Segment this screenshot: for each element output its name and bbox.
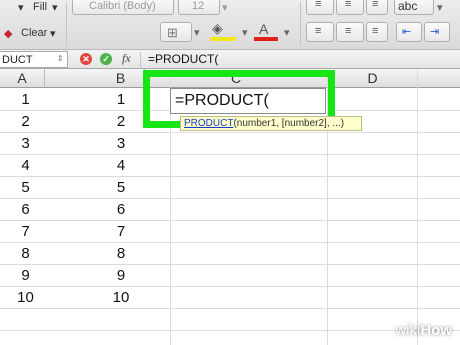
cell-b9[interactable]: 9 <box>97 265 145 286</box>
ribbon-toolbar: ▾ Fill ▾ ◆ Clear ▾ Calibri (Body) 12 ▾ ⊞… <box>0 0 460 50</box>
distribute-icon: ≡ <box>345 25 352 37</box>
increase-indent-button[interactable]: ⇥ <box>424 22 450 42</box>
cell-b8[interactable]: 8 <box>97 243 145 264</box>
confirm-icon[interactable]: ✓ <box>100 53 112 65</box>
table-row: 5 5 <box>0 177 460 199</box>
distribute-button[interactable]: ≡ <box>336 22 364 42</box>
ribbon-divider <box>66 2 67 46</box>
decrease-indent-button[interactable]: ⇤ <box>396 22 422 42</box>
stepper-icon: ⇕ <box>57 54 64 63</box>
table-row: 8 8 <box>0 243 460 265</box>
name-box[interactable]: DUCT ⇕ <box>0 51 68 68</box>
fill-color-button[interactable]: ◈ <box>208 20 238 42</box>
cell-a3[interactable]: 3 <box>0 133 51 154</box>
chevron-down-icon: ▾ <box>194 27 200 39</box>
align-bottom-icon: ≡ <box>372 25 379 37</box>
cell-a5[interactable]: 5 <box>0 177 51 198</box>
fill-icon[interactable]: ▾ <box>18 1 24 14</box>
column-header-d[interactable]: D <box>328 69 418 88</box>
align-left-icon: ≡ <box>315 0 322 10</box>
cell-b10[interactable]: 10 <box>97 287 145 308</box>
chevron-down-icon: ▾ <box>242 27 248 39</box>
cell-b6[interactable]: 6 <box>97 199 145 220</box>
function-tooltip: PRODUCT(number1, [number2], ...) <box>180 116 362 131</box>
justify-icon: ≡ <box>315 25 322 37</box>
cell-b3[interactable]: 3 <box>97 133 145 154</box>
cell-b1[interactable]: 1 <box>97 89 145 110</box>
paint-bucket-icon: ◈ <box>212 20 223 36</box>
tooltip-arguments: (number1, [number2], ...) <box>233 118 345 129</box>
ribbon-divider <box>300 2 301 46</box>
justify-button[interactable]: ≡ <box>306 22 334 42</box>
clear-button[interactable]: Clear <box>21 27 47 39</box>
table-row: 4 4 <box>0 155 460 177</box>
function-icon[interactable]: fx <box>122 51 131 66</box>
formula-divider <box>140 52 141 67</box>
name-box-value: DUCT <box>2 54 33 66</box>
align-bottom-button[interactable]: ≡ <box>366 22 388 42</box>
borders-button[interactable]: ⊞ <box>160 22 192 42</box>
align-left-button[interactable]: ≡ <box>306 0 334 15</box>
cell-a10[interactable]: 10 <box>0 287 51 308</box>
cell-a6[interactable]: 6 <box>0 199 51 220</box>
chevron-down-icon: ▾ <box>50 28 56 40</box>
chevron-down-icon: ▾ <box>52 2 58 14</box>
outdent-icon: ⇤ <box>402 26 412 38</box>
font-name-select[interactable]: Calibri (Body) <box>72 0 174 15</box>
indent-icon: ⇥ <box>430 26 440 38</box>
chevron-down-icon: ▾ <box>222 2 228 14</box>
cancel-icon[interactable]: ✕ <box>80 53 92 65</box>
cell-b5[interactable]: 5 <box>97 177 145 198</box>
eraser-icon: ◆ <box>4 28 13 40</box>
table-row <box>0 309 460 331</box>
fill-button[interactable]: Fill <box>33 1 47 13</box>
cell-a8[interactable]: 8 <box>0 243 51 264</box>
cell-a7[interactable]: 7 <box>0 221 51 242</box>
watermark-prefix: wiki <box>395 322 421 339</box>
font-color-button[interactable]: A <box>252 20 280 42</box>
align-right-icon: ≡ <box>372 0 379 10</box>
formula-bar: DUCT ⇕ ✕ ✓ fx =PRODUCT( <box>0 50 460 69</box>
table-row: 7 7 <box>0 221 460 243</box>
align-center-button[interactable]: ≡ <box>336 0 364 15</box>
cell-a2[interactable]: 2 <box>0 111 51 132</box>
chevron-down-icon: ▾ <box>284 27 290 39</box>
column-header-a[interactable]: A <box>0 69 45 88</box>
formula-input[interactable]: =PRODUCT( <box>148 52 218 66</box>
cell-a1[interactable]: 1 <box>0 89 51 110</box>
table-row: 6 6 <box>0 199 460 221</box>
cell-editor[interactable]: =PRODUCT( <box>170 88 326 114</box>
font-size-select[interactable]: 12 <box>178 0 220 15</box>
align-right-button[interactable]: ≡ <box>366 0 388 15</box>
wrap-text-button[interactable]: abc <box>394 0 434 15</box>
watermark-suffix: How <box>420 322 452 339</box>
font-color-icon: A <box>259 21 269 37</box>
cell-b2[interactable]: 2 <box>97 111 145 132</box>
chevron-down-icon: ▾ <box>437 2 443 14</box>
tooltip-function-link[interactable]: PRODUCT <box>184 118 233 129</box>
cell-b7[interactable]: 7 <box>97 221 145 242</box>
cell-a9[interactable]: 9 <box>0 265 51 286</box>
align-center-icon: ≡ <box>345 0 352 10</box>
column-header-b[interactable]: B <box>97 69 145 88</box>
column-header-gap <box>45 69 97 88</box>
wikihow-watermark: wikiHow <box>395 322 452 339</box>
font-size-value: 12 <box>192 0 205 12</box>
table-row: 9 9 <box>0 265 460 287</box>
font-name-value: Calibri (Body) <box>89 0 156 12</box>
cell-b4[interactable]: 4 <box>97 155 145 176</box>
table-row: 3 3 <box>0 133 460 155</box>
font-color-swatch <box>254 37 278 41</box>
fill-color-swatch <box>210 37 236 41</box>
borders-icon: ⊞ <box>167 25 178 40</box>
cell-a4[interactable]: 4 <box>0 155 51 176</box>
table-row: 10 10 <box>0 287 460 309</box>
wrap-text-label: abc <box>398 0 418 13</box>
